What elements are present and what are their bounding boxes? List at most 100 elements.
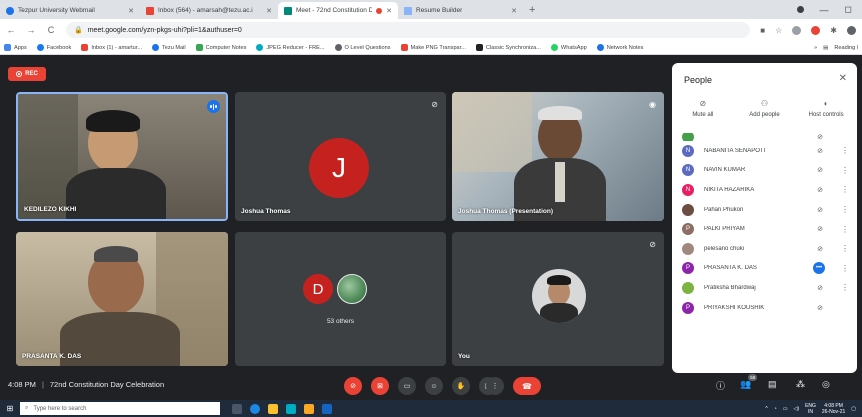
more-options-button[interactable]: ⋮ bbox=[486, 377, 504, 395]
camera-toggle-button[interactable]: ⊠ bbox=[371, 377, 389, 395]
raise-hand-button[interactable]: ✋ bbox=[452, 377, 470, 395]
taskbar-search-input[interactable]: ⌕ Type here to search bbox=[20, 402, 220, 415]
list-item[interactable]: N NABANITA SENAPOTI ⊘ ⋮ bbox=[672, 141, 857, 161]
minimize-icon[interactable]: — bbox=[820, 5, 829, 15]
chevron-right-icon: » bbox=[813, 44, 818, 51]
chat-icon[interactable]: ▤ bbox=[768, 379, 777, 390]
bookmark-tezu-mail[interactable]: Tezu Mail bbox=[152, 44, 186, 51]
add-person-icon: ⚇ bbox=[760, 99, 769, 108]
maximize-icon[interactable]: ◻ bbox=[845, 4, 852, 15]
mic-off-icon: ⊘ bbox=[817, 304, 823, 312]
avatar bbox=[682, 133, 694, 141]
extension-icons: ■ ☆ ✱ bbox=[760, 25, 856, 35]
windows-start-icon[interactable]: ⊞ bbox=[0, 400, 20, 417]
host-controls-icon[interactable]: ◎ bbox=[822, 379, 830, 390]
list-item[interactable]: pelesano chuki ⊘ ⋮ bbox=[672, 239, 857, 259]
more-vert-icon[interactable]: ⋮ bbox=[841, 185, 849, 194]
close-icon[interactable]: ✕ bbox=[386, 7, 392, 15]
close-icon[interactable]: ✕ bbox=[266, 7, 272, 15]
notifications-icon[interactable]: ▢ bbox=[851, 406, 856, 412]
participant-name: KEDILEZO KIKHI bbox=[24, 206, 77, 213]
close-icon[interactable]: ✕ bbox=[511, 7, 517, 15]
tab-meet[interactable]: Meet - 72nd Constitution Da ✕ bbox=[278, 2, 398, 19]
whatsapp-icon bbox=[550, 44, 558, 51]
new-tab-button[interactable]: + bbox=[523, 2, 541, 19]
people-button[interactable]: 👥 58 bbox=[740, 374, 758, 390]
windows-taskbar: ⊞ ⌕ Type here to search ^ ◔ ▭ ◁) ENG IN 4… bbox=[0, 400, 862, 417]
language-indicator[interactable]: ENG IN bbox=[805, 403, 816, 415]
network-icon[interactable]: ◔ bbox=[774, 406, 777, 412]
list-item[interactable]: P PALKI PRIYAM ⊘ ⋮ bbox=[672, 219, 857, 239]
video-tile-others[interactable]: D 53 others bbox=[235, 232, 446, 366]
puzzle-icon[interactable]: ✱ bbox=[830, 26, 837, 35]
bookmark-whatsapp[interactable]: WhatsApp bbox=[550, 44, 587, 51]
close-icon[interactable]: ✕ bbox=[839, 73, 847, 84]
video-tile-presentation[interactable]: ◉ Joshua Thomas (Presentation) bbox=[452, 92, 664, 221]
edge-icon[interactable] bbox=[250, 403, 260, 414]
reading-list[interactable]: » ▤ Reading l bbox=[814, 45, 858, 51]
bookmark-facebook[interactable]: Facebook bbox=[36, 44, 71, 51]
close-icon[interactable]: ✕ bbox=[128, 7, 134, 15]
video-tile-you[interactable]: ⊘ You bbox=[452, 232, 664, 366]
tab-inbox[interactable]: Inbox (564) - amarsah@tezu.ac.i ✕ bbox=[140, 2, 278, 19]
activities-icon[interactable]: ⁂ bbox=[796, 379, 805, 390]
more-vert-icon[interactable]: ⋮ bbox=[841, 244, 849, 253]
list-item[interactable]: P PRASANTA K. DAS ••• ⋮ bbox=[672, 259, 857, 279]
list-item[interactable]: Pahari Phukon ⊘ ⋮ bbox=[672, 200, 857, 220]
list-item[interactable]: P PRIYAKSHI KOUSHIK ⊘ bbox=[672, 298, 857, 318]
task-view-icon[interactable] bbox=[232, 403, 242, 414]
leave-call-button[interactable]: ☎ bbox=[513, 377, 541, 395]
app-icon[interactable] bbox=[304, 403, 314, 414]
mic-off-icon: ⊘ bbox=[817, 186, 823, 194]
forward-icon[interactable]: → bbox=[26, 25, 36, 35]
store-icon[interactable] bbox=[286, 403, 296, 414]
bookmark-apps[interactable]: Apps bbox=[4, 44, 27, 51]
reload-icon[interactable]: C bbox=[46, 25, 56, 35]
clock[interactable]: 4:08 PM 26-Nov-21 bbox=[822, 403, 845, 415]
bookmark-jpeg-reducer[interactable]: JPEG Reducer - FRE... bbox=[256, 44, 325, 51]
notes-icon bbox=[195, 44, 203, 51]
profile-dot-icon[interactable] bbox=[796, 6, 804, 13]
chevron-up-icon[interactable]: ^ bbox=[765, 406, 767, 412]
bookmark-png[interactable]: Make PNG Transpar... bbox=[400, 44, 466, 51]
bookmark-classic-sync[interactable]: Classic Synchroniza... bbox=[475, 44, 541, 51]
more-vert-icon[interactable]: ⋮ bbox=[841, 146, 849, 155]
list-item[interactable]: Pratiksha Bhardwaj ⊘ ⋮ bbox=[672, 278, 857, 298]
more-vert-icon[interactable]: ⋮ bbox=[841, 283, 849, 292]
avatar: P bbox=[682, 262, 694, 275]
bookmark-inbox[interactable]: Inbox (1) - amartur... bbox=[81, 44, 142, 51]
battery-icon[interactable]: ▭ bbox=[783, 406, 788, 412]
bookmark-network-notes[interactable]: Network Notes bbox=[596, 44, 643, 51]
tab-webmail[interactable]: Tezpur University Webmail ✕ bbox=[0, 2, 140, 19]
list-item[interactable]: N NAVIN KUMAR ⊘ ⋮ bbox=[672, 161, 857, 181]
volume-icon[interactable]: ◁) bbox=[794, 406, 800, 412]
more-vert-icon[interactable]: ⋮ bbox=[841, 225, 849, 234]
video-tile-prasanta[interactable]: PRASANTA K. DAS bbox=[16, 232, 228, 366]
url-field[interactable]: 🔒 meet.google.com/yzn-pkgs-uhi?pli=1&aut… bbox=[66, 22, 751, 38]
more-vert-icon[interactable]: ⋮ bbox=[841, 205, 849, 214]
avatar[interactable] bbox=[847, 25, 856, 35]
back-icon[interactable]: ← bbox=[6, 25, 16, 35]
star-icon[interactable]: ☆ bbox=[775, 26, 782, 35]
word-icon[interactable] bbox=[322, 403, 332, 414]
camera-icon[interactable]: ■ bbox=[760, 26, 765, 35]
host-controls-button[interactable]: ◐ Host controls bbox=[796, 99, 856, 129]
captions-button[interactable]: ▭ bbox=[398, 377, 416, 395]
extension-icon[interactable] bbox=[811, 25, 821, 35]
video-tile-kedilezo[interactable]: KEDILEZO KIKHI bbox=[16, 92, 228, 221]
mute-all-button[interactable]: ⊘ Mute all bbox=[673, 99, 733, 129]
video-tile-joshua[interactable]: ⊘ J Joshua Thomas bbox=[235, 92, 446, 221]
more-vert-icon[interactable]: ⋮ bbox=[841, 166, 849, 175]
bookmark-computer-notes[interactable]: Computer Notes bbox=[195, 44, 246, 51]
extension-icon[interactable] bbox=[792, 25, 802, 35]
file-explorer-icon[interactable] bbox=[268, 403, 278, 414]
bookmark-o-level[interactable]: O Level Questions bbox=[334, 44, 391, 51]
more-vert-icon[interactable]: ⋮ bbox=[841, 264, 849, 273]
info-icon[interactable]: ⓘ bbox=[716, 379, 725, 392]
list-item[interactable]: N NIKITA HAZARIKA ⊘ ⋮ bbox=[672, 180, 857, 200]
add-people-button[interactable]: ⚇ Add people bbox=[734, 99, 794, 129]
tab-resume[interactable]: Resume Builder ✕ bbox=[398, 2, 523, 19]
mic-toggle-button[interactable]: ⊘ bbox=[344, 377, 362, 395]
reactions-button[interactable]: ☺ bbox=[425, 377, 443, 395]
more-icon[interactable]: ◉ bbox=[649, 100, 656, 109]
